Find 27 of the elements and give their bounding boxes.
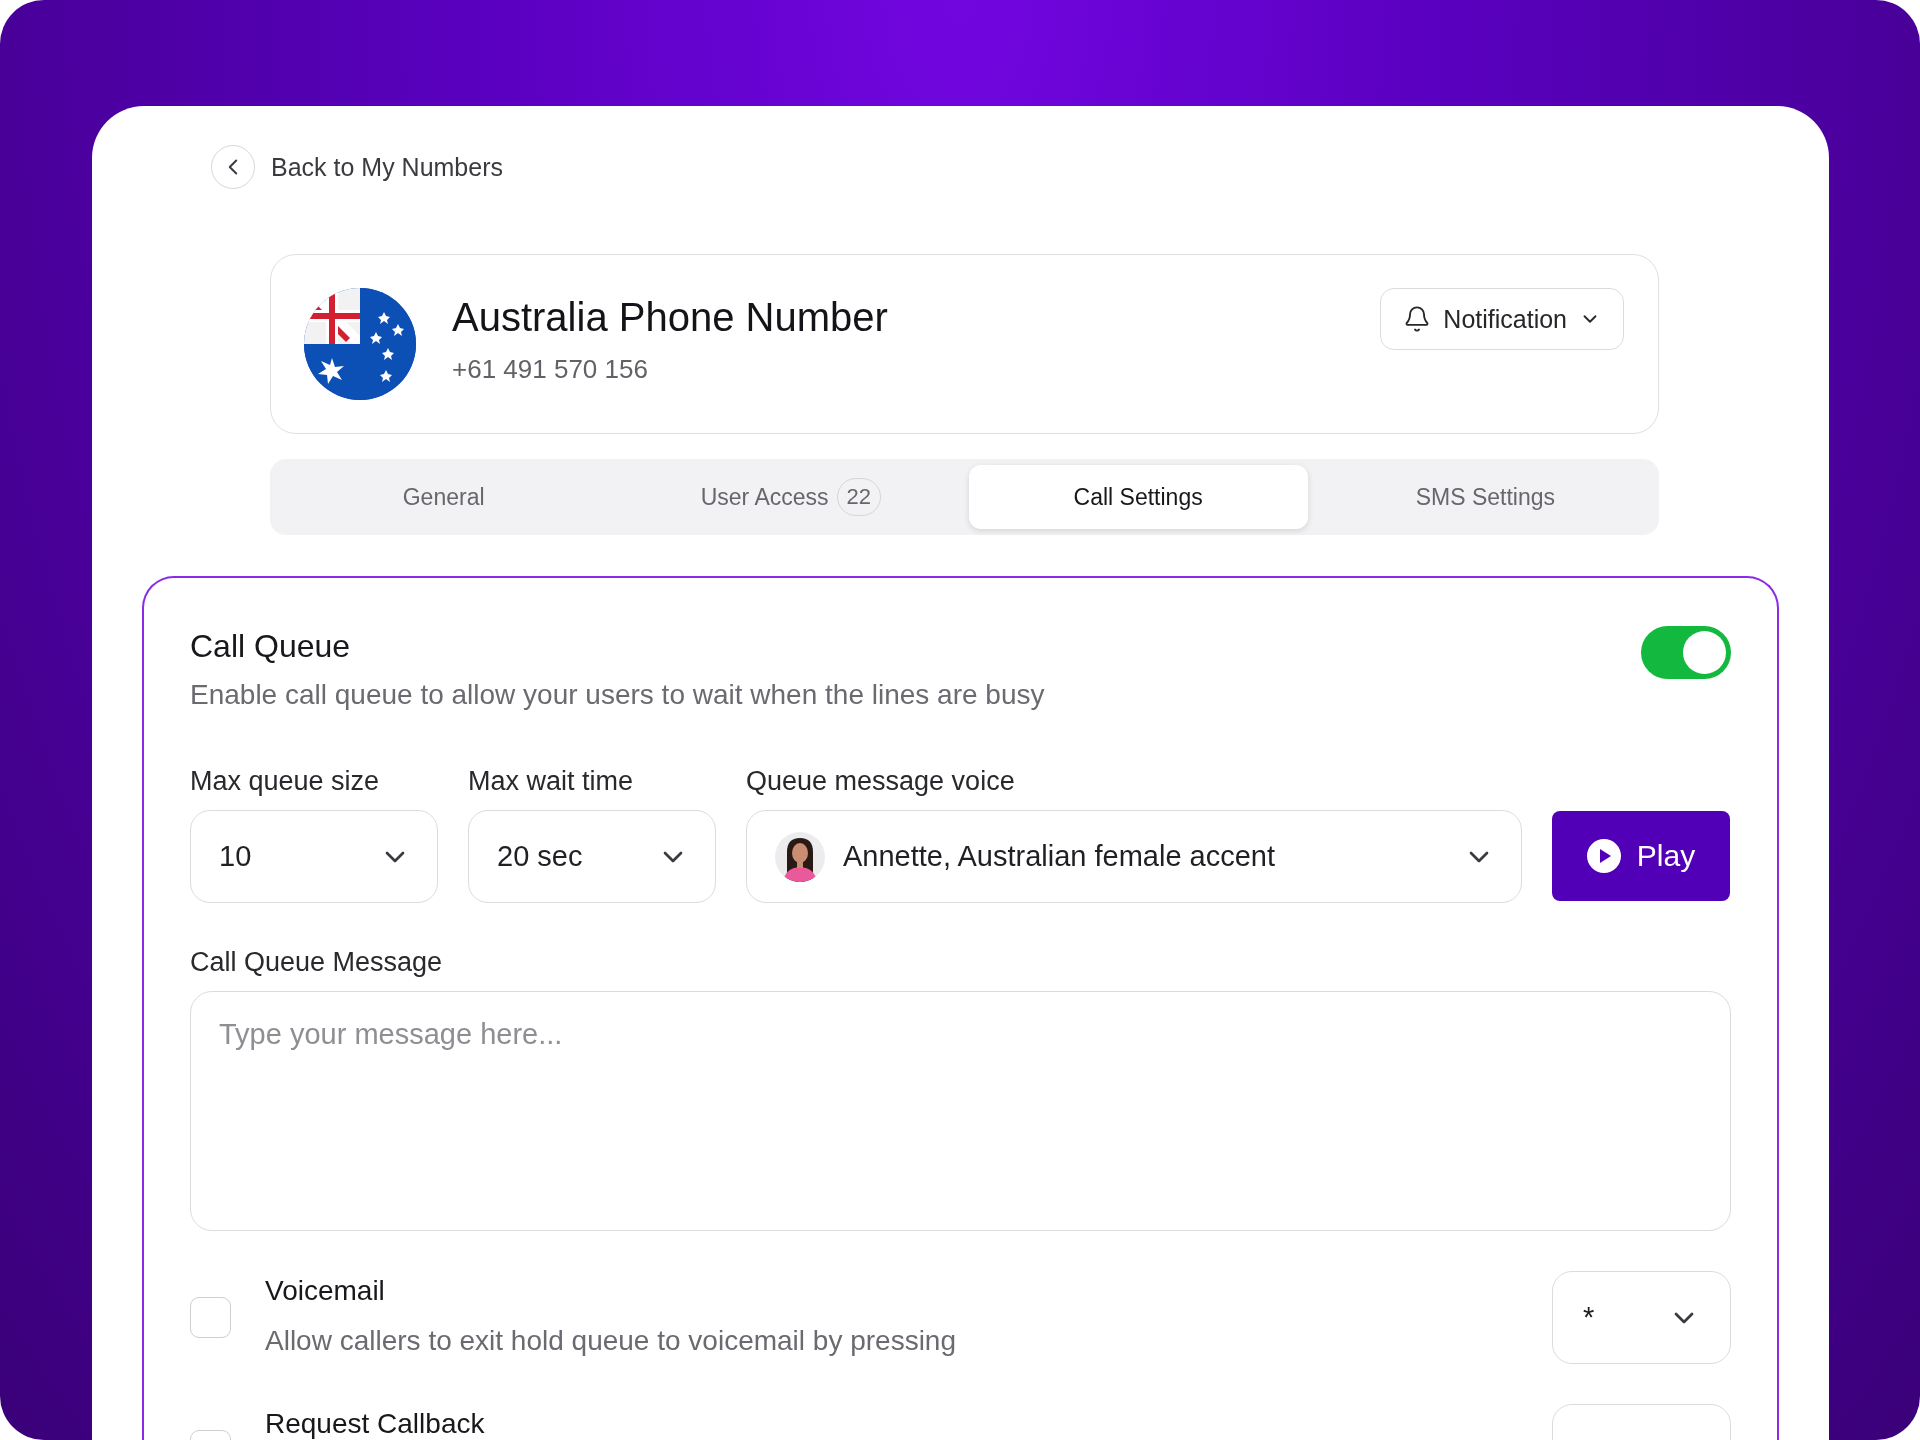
option-title: Request Callback (265, 1407, 486, 1440)
section-description: Enable call queue to allow your users to wait when the lines are busy (190, 678, 1045, 712)
toggle-switch[interactable] (1641, 626, 1731, 679)
select-field[interactable]: 10 (190, 810, 438, 903)
field-label: Max wait time (468, 765, 635, 797)
select-field[interactable]: Annette, Australian female accent (746, 810, 1522, 903)
phone-number: +61 491 570 156 (452, 354, 649, 385)
message-field[interactable]: Type your message here... (190, 991, 1731, 1231)
play-button[interactable]: Play (1552, 811, 1730, 901)
tab[interactable]: User Access 22 (621, 465, 961, 529)
tab[interactable]: General (274, 465, 614, 529)
field-label: Queue message voice (746, 765, 1016, 797)
tab[interactable]: SMS Settings (1315, 465, 1655, 529)
number-title: Australia Phone Number (452, 295, 889, 340)
field-label: Call Queue Message (190, 946, 444, 978)
select-field[interactable]: 20 sec (468, 810, 716, 903)
key-select[interactable]: * (1552, 1271, 1731, 1364)
section-title: Call Queue (190, 627, 352, 666)
checkbox[interactable] (190, 1297, 231, 1338)
notification-button[interactable]: Notification (1380, 288, 1624, 350)
field-label: Max queue size (190, 765, 381, 797)
option-description: Allow callers to exit hold queue to voicemail by pressing (265, 1324, 958, 1358)
flag-icon (304, 288, 416, 400)
option-title: Voicemail (265, 1274, 386, 1308)
back-link[interactable]: Back to My Numbers (211, 145, 503, 189)
play-icon (1586, 839, 1621, 873)
tab[interactable]: Call Settings (968, 465, 1308, 529)
